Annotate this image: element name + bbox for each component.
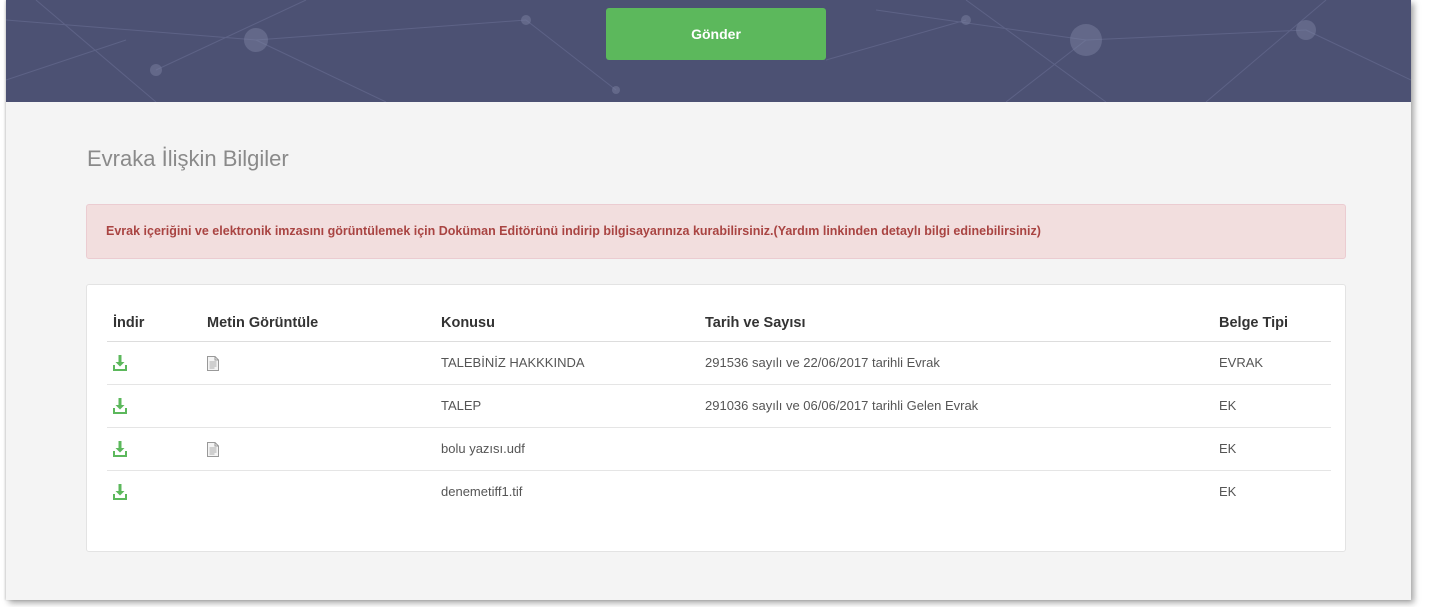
document-icon[interactable] (207, 441, 219, 457)
table-row: denemetiff1.tif EK (107, 471, 1331, 514)
download-icon[interactable] (113, 397, 127, 414)
col-download: İndir (107, 305, 201, 342)
download-icon[interactable] (113, 440, 127, 457)
page-frame: Gönder Evraka İlişkin Bilgiler Evrak içe… (6, 0, 1411, 600)
view-text-cell (201, 471, 435, 514)
documents-table: İndir Metin Görüntüle Konusu Tarih ve Sa… (107, 305, 1331, 513)
subject-cell: denemetiff1.tif (441, 484, 523, 499)
subject-cell: bolu yazısı.udf (435, 427, 699, 471)
date-number-cell: 291536 sayılı ve 22/06/2017 tarihli Evra… (699, 341, 1213, 385)
col-view-text: Metin Görüntüle (201, 305, 435, 342)
table-row: bolu yazısı.udf EK (107, 427, 1331, 471)
info-alert: Evrak içeriğini ve elektronik imzasını g… (86, 204, 1346, 259)
download-icon[interactable] (113, 354, 127, 371)
table-row: TALEP 291036 sayılı ve 06/06/2017 tarihl… (107, 384, 1331, 428)
col-subject: Konusu (435, 305, 699, 342)
date-number-cell (699, 427, 1213, 471)
subject-cell: TALEBİNİZ HAKKKINDA (435, 341, 699, 385)
date-number-cell (699, 471, 1213, 514)
type-cell: EVRAK (1213, 341, 1331, 385)
section-title: Evraka İlişkin Bilgiler (87, 146, 289, 171)
type-cell: EK (1219, 484, 1237, 499)
date-number-cell: 291036 sayılı ve 06/06/2017 tarihli Gele… (699, 384, 1213, 428)
send-button[interactable]: Gönder (606, 8, 826, 60)
download-icon[interactable] (113, 483, 127, 500)
header-banner: Gönder (6, 0, 1411, 102)
table-row: TALEBİNİZ HAKKKINDA 291536 sayılı ve 22/… (107, 341, 1331, 385)
subject-cell: TALEP (435, 384, 699, 428)
documents-panel: İndir Metin Görüntüle Konusu Tarih ve Sa… (86, 284, 1346, 552)
col-date-number: Tarih ve Sayısı (699, 305, 1213, 342)
table-header-row: İndir Metin Görüntüle Konusu Tarih ve Sa… (107, 305, 1331, 342)
col-document-type: Belge Tipi (1213, 305, 1331, 342)
view-text-cell (201, 384, 435, 428)
document-icon[interactable] (207, 355, 219, 371)
type-cell: EK (1213, 427, 1331, 471)
type-cell: EK (1213, 384, 1331, 428)
